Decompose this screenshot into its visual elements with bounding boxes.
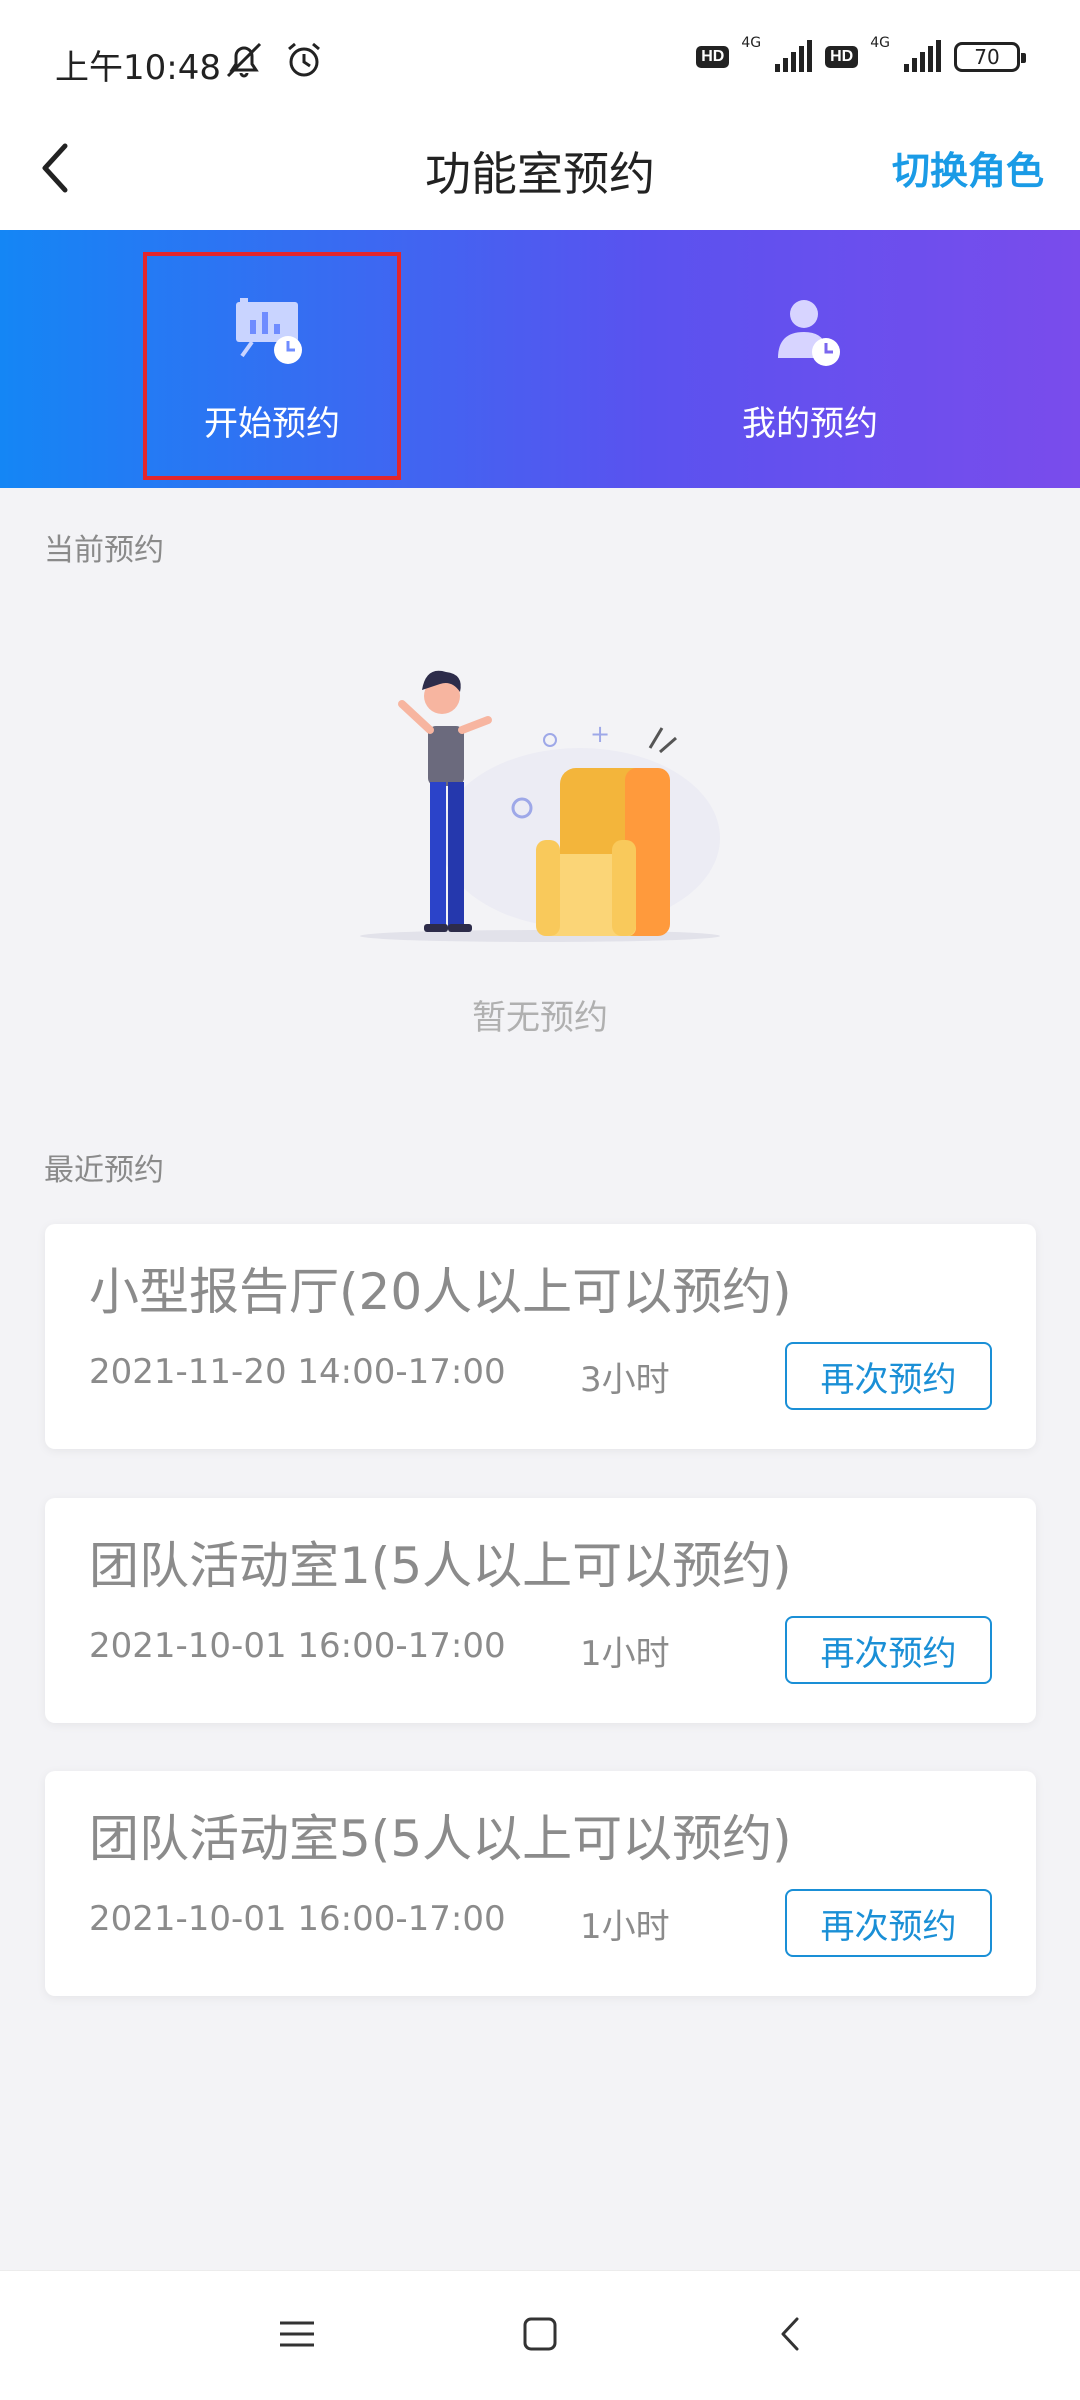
booking-date: 2021-10-01 16:00-17:00: [89, 1626, 506, 1666]
network-type-label: 4G: [741, 35, 762, 51]
empty-state-illustration: +: [360, 670, 720, 942]
svg-text:+: +: [590, 720, 610, 748]
hd-badge: HD: [696, 46, 730, 68]
status-icons-left: [222, 40, 324, 80]
user-clock-icon: [778, 300, 840, 366]
menu-button[interactable]: [272, 2309, 322, 2359]
booking-room-title: 小型报告厅(20人以上可以预约): [89, 1263, 792, 1321]
start-booking-label: 开始预约: [204, 404, 340, 444]
rebook-button[interactable]: 再次预约: [785, 1342, 992, 1410]
booking-date: 2021-11-20 14:00-17:00: [89, 1352, 506, 1392]
battery-icon: 70: [954, 42, 1026, 72]
empty-state-text: 暂无预约: [472, 998, 608, 1038]
booking-duration: 1小时: [580, 1907, 670, 1947]
booking-date: 2021-10-01 16:00-17:00: [89, 1899, 506, 1939]
booking-card: 小型报告厅(20人以上可以预约) 2021-11-20 14:00-17:00 …: [45, 1224, 1036, 1449]
rebook-button[interactable]: 再次预约: [785, 1889, 992, 1957]
action-banner: 开始预约 我的预约: [0, 230, 1080, 488]
home-square-icon: [523, 2317, 557, 2351]
booking-duration: 3小时: [580, 1360, 670, 1400]
alarm-icon: [288, 42, 320, 77]
booking-card: 团队活动室5(5人以上可以预约) 2021-10-01 16:00-17:00 …: [45, 1771, 1036, 1996]
booking-card: 团队活动室1(5人以上可以预约) 2021-10-01 16:00-17:00 …: [45, 1498, 1036, 1723]
status-bar: 上午10:48 HD 4G HD 4G 70: [0, 0, 1080, 120]
booking-duration: 1小时: [580, 1634, 670, 1674]
signal-icon: [775, 40, 813, 72]
booking-room-title: 团队活动室1(5人以上可以预约): [89, 1537, 792, 1595]
header: 功能室预约 切换角色: [0, 120, 1080, 230]
battery-level: 70: [974, 45, 1000, 69]
network-type-label: 4G: [870, 35, 890, 51]
current-bookings-title: 当前预约: [44, 533, 164, 568]
status-icons-right: HD 4G HD 4G 70: [696, 35, 1026, 74]
booking-room-title: 团队活动室5(5人以上可以预约): [89, 1810, 792, 1868]
chevron-left-icon: [781, 2317, 799, 2351]
my-bookings-label: 我的预约: [742, 404, 878, 444]
mute-bell-icon: [226, 42, 262, 78]
switch-role-button[interactable]: 切换角色: [892, 140, 1044, 195]
rebook-button[interactable]: 再次预约: [785, 1616, 992, 1684]
system-nav-bar: [0, 2270, 1080, 2400]
status-time: 上午10:48: [55, 48, 221, 88]
start-booking-button[interactable]: 开始预约: [143, 252, 401, 480]
hd-badge: HD: [825, 46, 859, 68]
presentation-clock-icon: [236, 298, 302, 364]
nav-back-button[interactable]: [765, 2309, 815, 2359]
recent-bookings-title: 最近预约: [44, 1153, 164, 1188]
my-bookings-button[interactable]: 我的预约: [685, 256, 935, 476]
home-button[interactable]: [515, 2309, 565, 2359]
menu-icon: [280, 2321, 314, 2347]
signal-icon: [904, 40, 941, 72]
